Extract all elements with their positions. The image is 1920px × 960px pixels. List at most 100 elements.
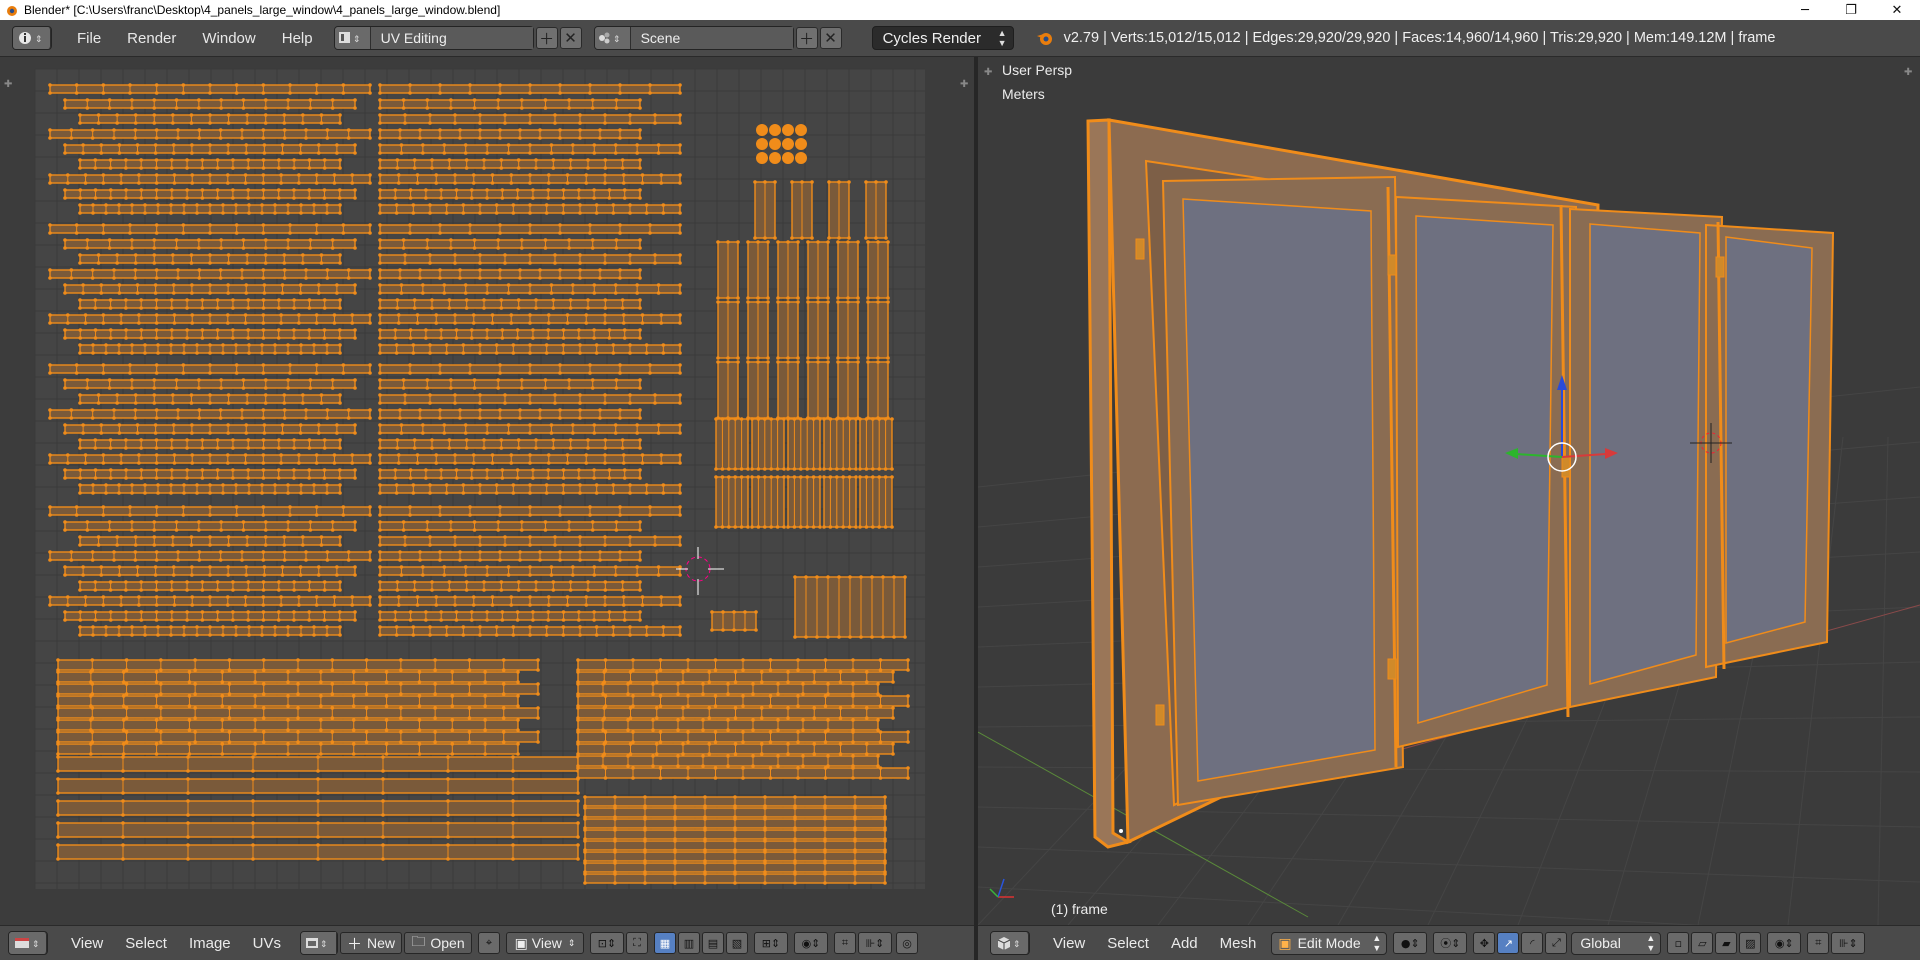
edge-select-mode-icon[interactable]: ▱ xyxy=(1691,932,1714,954)
uv-island xyxy=(776,360,800,420)
menu-help[interactable]: Help xyxy=(269,30,326,47)
snap-3d-icon[interactable]: ⌗ xyxy=(1807,932,1830,954)
vertex-select-mode-icon[interactable]: ▫ xyxy=(1667,932,1690,954)
panel-expand-icon: ✚ xyxy=(984,67,992,78)
uv-island xyxy=(806,240,830,300)
uv-island xyxy=(378,173,682,185)
add-screen-button[interactable]: ＋ xyxy=(535,27,558,49)
menu-view-uv[interactable]: View xyxy=(60,935,114,952)
image-browse-icon: ⇕ xyxy=(301,932,337,954)
uv-island xyxy=(63,283,357,295)
remove-scene-button[interactable]: ✕ xyxy=(819,27,842,49)
uv-island xyxy=(710,610,758,632)
translate-manipulator-icon[interactable]: ↗ xyxy=(1497,932,1520,954)
uv-island xyxy=(827,180,851,240)
new-image-button[interactable]: ＋ New xyxy=(340,932,402,954)
edge-select-icon[interactable]: ▥ xyxy=(678,932,700,954)
uv-island xyxy=(378,253,682,265)
uv-island xyxy=(63,468,357,480)
uv-island xyxy=(78,393,342,405)
editor-type-selector-uv[interactable]: ⇕ xyxy=(8,931,48,955)
uv-island xyxy=(583,861,887,874)
menu-window[interactable]: Window xyxy=(189,30,268,47)
uv-island xyxy=(48,550,372,562)
uv-image-editor[interactable]: ✚ ✚ xyxy=(0,57,974,925)
scene-selector[interactable]: ⇕ Scene xyxy=(593,26,794,50)
rotate-manipulator-icon[interactable]: ◜ xyxy=(1521,932,1544,954)
image-browse-selector[interactable]: ⇕ xyxy=(300,931,338,955)
scene-name[interactable]: Scene xyxy=(630,27,793,49)
uv-island xyxy=(378,378,642,390)
uv-island xyxy=(56,694,520,708)
sticky-selection-icon[interactable]: ⊞⇕ xyxy=(754,932,788,954)
window-titlebar: Blender* [C:\Users\franc\Desktop\4_panel… xyxy=(0,0,1920,20)
snap-icon[interactable]: ⌗ xyxy=(834,932,856,954)
editor-type-selector[interactable]: ⇕ xyxy=(12,26,52,50)
menu-view-3d[interactable]: View xyxy=(1042,935,1096,952)
menu-render[interactable]: Render xyxy=(114,30,189,47)
uv-island xyxy=(378,98,642,110)
menu-file[interactable]: File xyxy=(64,30,114,47)
uv-island xyxy=(378,393,682,405)
proportional-edit-3d-icon[interactable]: ◉⇕ xyxy=(1767,932,1802,954)
uv-island xyxy=(836,240,860,300)
viewport-canvas[interactable]: ✚ ✚ xyxy=(978,57,1920,925)
uv-island xyxy=(48,128,372,140)
menu-add[interactable]: Add xyxy=(1160,935,1209,952)
uv-island xyxy=(63,98,357,110)
minimize-button[interactable]: ─ xyxy=(1782,0,1828,20)
vertex-select-icon[interactable]: ▦ xyxy=(654,932,676,954)
window-title: Blender* [C:\Users\franc\Desktop\4_panel… xyxy=(24,3,501,17)
uv-island xyxy=(56,742,520,756)
screen-layout-name[interactable]: UV Editing xyxy=(370,27,533,49)
scale-manipulator-icon[interactable]: ⤢ xyxy=(1545,932,1568,954)
limit-selection-icon[interactable]: ▨ xyxy=(1739,932,1762,954)
pivot-point-icon[interactable]: ⦿⇕ xyxy=(1433,932,1468,954)
render-engine-dropdown[interactable]: Cycles Render ▲ ▼ xyxy=(871,26,1014,50)
uv-island xyxy=(378,505,682,517)
hinge xyxy=(1155,704,1165,726)
uv-island xyxy=(378,565,682,577)
view-mode-dropdown[interactable]: ▣ View ⇕ xyxy=(506,932,584,954)
close-window-button[interactable]: ✕ xyxy=(1874,0,1920,20)
face-select-mode-icon[interactable]: ▰ xyxy=(1715,932,1738,954)
editor-type-selector-3d[interactable]: ⇕ xyxy=(990,931,1030,955)
screen-layout-selector[interactable]: ⇕ UV Editing xyxy=(333,26,534,50)
3d-viewport[interactable]: ✚ ✚ User Persp Meters (1) frame xyxy=(978,57,1920,925)
island-select-icon[interactable]: ▧ xyxy=(726,932,748,954)
uv-island xyxy=(793,575,907,639)
snap-element-3d-icon[interactable]: ⊪⇕ xyxy=(1831,932,1866,954)
uv-island xyxy=(866,240,890,300)
menu-select-3d[interactable]: Select xyxy=(1096,935,1160,952)
face-select-icon[interactable]: ▤ xyxy=(702,932,724,954)
blender-app-icon xyxy=(7,6,17,16)
open-image-button[interactable]: 🗀 Open xyxy=(404,932,472,954)
maximize-button[interactable]: ❐ xyxy=(1828,0,1874,20)
scene-icon: ⇕ xyxy=(594,27,631,49)
proportional-edit-icon[interactable]: ◉⇕ xyxy=(794,932,828,954)
uv-sculpt-icon[interactable]: ◎ xyxy=(896,932,918,954)
add-scene-button[interactable]: ＋ xyxy=(795,27,818,49)
pin-icon[interactable]: ⌖ xyxy=(478,932,500,954)
uv-canvas[interactable]: ✚ ✚ xyxy=(0,57,974,925)
sync-selection-icon[interactable]: ⛶ xyxy=(626,932,648,954)
uv-island xyxy=(378,408,642,420)
uv-island xyxy=(56,658,540,672)
pivot-icon[interactable]: ⊡⇕ xyxy=(590,932,624,954)
sphere-shading-icon[interactable]: ●⇕ xyxy=(1393,932,1428,954)
image-icon: ▣ xyxy=(514,934,528,951)
remove-screen-button[interactable]: ✕ xyxy=(559,27,582,49)
interaction-mode-dropdown[interactable]: ▣ Edit Mode ▲ ▼ xyxy=(1271,931,1388,955)
uv-island xyxy=(78,113,342,125)
menu-image[interactable]: Image xyxy=(178,935,242,952)
uv-island xyxy=(63,238,357,250)
snap-element-icon[interactable]: ⊪⇕ xyxy=(858,932,892,954)
render-engine-label: Cycles Render xyxy=(882,29,981,47)
uv-island xyxy=(806,300,830,360)
menu-uvs[interactable]: UVs xyxy=(242,935,292,952)
manipulator-icon[interactable]: ✥ xyxy=(1473,932,1496,954)
menu-select-uv[interactable]: Select xyxy=(114,935,178,952)
menu-mesh[interactable]: Mesh xyxy=(1209,935,1268,952)
uv-island xyxy=(378,223,682,235)
transform-orientation-dropdown[interactable]: Global ▲ ▼ xyxy=(1571,931,1662,955)
